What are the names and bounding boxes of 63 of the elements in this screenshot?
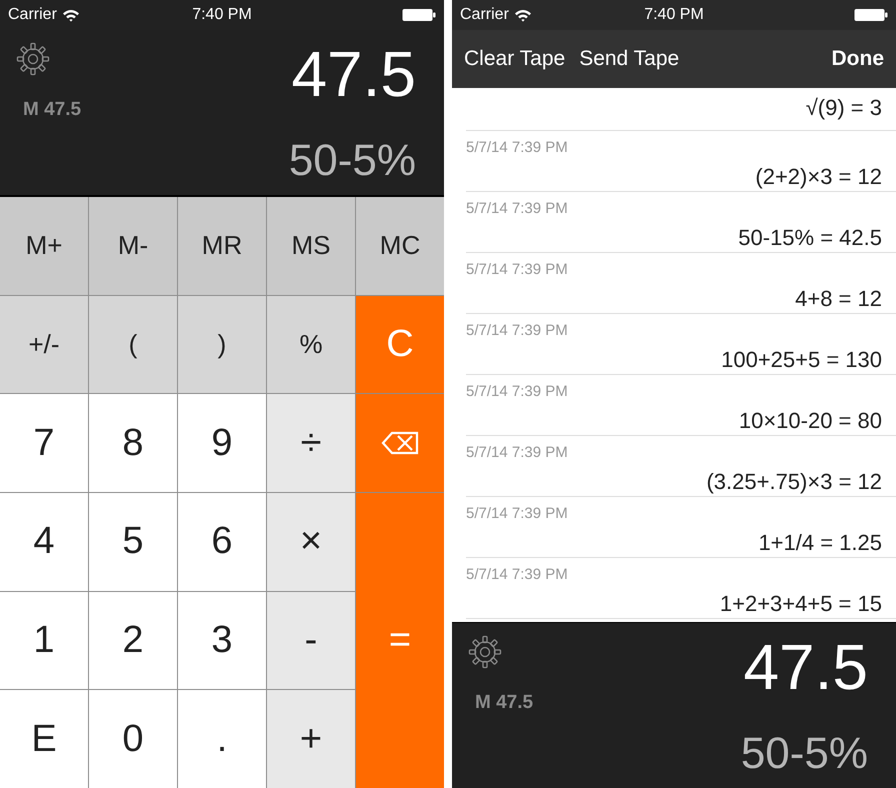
expression-text: 50-5%: [288, 139, 416, 183]
entry-expression: 1+1/4 = 1.25: [757, 528, 882, 556]
entry-timestamp: 5/7/14 7:39 PM: [466, 382, 569, 402]
carrier-name: Carrier: [460, 5, 509, 25]
result-value: 47.5: [291, 42, 416, 106]
calculator-key[interactable]: +/-: [0, 296, 88, 394]
calculator-key[interactable]: M+: [0, 197, 88, 295]
calculator-key[interactable]: ×: [267, 492, 355, 591]
toolbar-button[interactable]: Send Tape: [579, 43, 680, 75]
entry-expression: (2+2)×3 = 12: [754, 162, 882, 190]
calculator-key[interactable]: -: [267, 592, 355, 690]
calculator-key[interactable]: 2: [89, 592, 177, 690]
backspace-icon: [381, 431, 419, 456]
memory-value: M 47.5: [474, 691, 534, 715]
calculator-key[interactable]: 6: [178, 492, 266, 591]
calculator-key[interactable]: 1: [0, 592, 88, 690]
clock-time: 7:40 PM: [192, 5, 252, 25]
battery-icon: [854, 8, 888, 22]
entry-expression: √(9) = 3: [804, 94, 882, 122]
clock-time: 7:40 PM: [644, 5, 704, 25]
backspace-key[interactable]: [356, 394, 444, 492]
entry-timestamp: 5/7/14 7:39 PM: [466, 565, 569, 585]
entry-timestamp: 5/7/14 7:39 PM: [466, 504, 569, 524]
entry-timestamp: 5/7/14 7:39 PM: [466, 260, 569, 280]
calculator-key[interactable]: .: [178, 690, 266, 788]
calculator-key[interactable]: MC: [356, 197, 444, 295]
entry-expression: 50-15% = 42.5: [737, 224, 882, 252]
calculator-key[interactable]: 0: [89, 690, 177, 788]
calculator-key[interactable]: MS: [267, 197, 355, 295]
entry-expression: 10×10-20 = 80: [738, 406, 882, 434]
entry-timestamp: 5/7/14 7:39 PM: [466, 321, 569, 341]
entry-expression: 4+8 = 12: [794, 284, 882, 312]
calculator-key[interactable]: 3: [178, 592, 266, 690]
result-value: 47.5: [743, 635, 868, 699]
calculator-key[interactable]: 4: [0, 492, 88, 591]
toolbar-button[interactable]: Clear Tape: [464, 43, 566, 75]
carrier-name: Carrier: [8, 5, 57, 25]
calculator-key[interactable]: E: [0, 690, 88, 788]
calculator-key[interactable]: 9: [178, 394, 266, 492]
calculator-key[interactable]: 5: [89, 492, 177, 591]
calculator-key[interactable]: M-: [89, 197, 177, 295]
wifi-icon: [514, 8, 532, 22]
entry-expression: (3.25+.75)×3 = 12: [705, 468, 882, 496]
done-button[interactable]: Done: [832, 43, 884, 75]
entry-timestamp: 5/7/14 7:39 PM: [466, 199, 569, 219]
memory-value: M 47.5: [22, 98, 82, 122]
calculator-key[interactable]: %: [267, 296, 355, 394]
calculator-key[interactable]: ÷: [267, 394, 355, 492]
calculator-key[interactable]: MR: [178, 197, 266, 295]
entry-timestamp: 5/7/14 7:39 PM: [466, 443, 569, 463]
calculator-key[interactable]: ): [178, 296, 266, 394]
wifi-icon: [62, 8, 80, 22]
settings-icon[interactable]: [16, 42, 50, 76]
entry-expression: 100+25+5 = 130: [720, 346, 882, 374]
calculator-key[interactable]: 7: [0, 394, 88, 492]
expression-text: 50-5%: [740, 732, 868, 776]
calculator-key[interactable]: (: [89, 296, 177, 394]
entry-timestamp: 5/7/14 7:39 PM: [466, 138, 569, 158]
entry-expression: 1+2+3+4+5 = 15: [718, 590, 882, 618]
battery-icon: [402, 8, 436, 22]
settings-icon[interactable]: [468, 635, 502, 669]
calculator-key[interactable]: +: [267, 690, 355, 788]
calculator-key[interactable]: 8: [89, 394, 177, 492]
